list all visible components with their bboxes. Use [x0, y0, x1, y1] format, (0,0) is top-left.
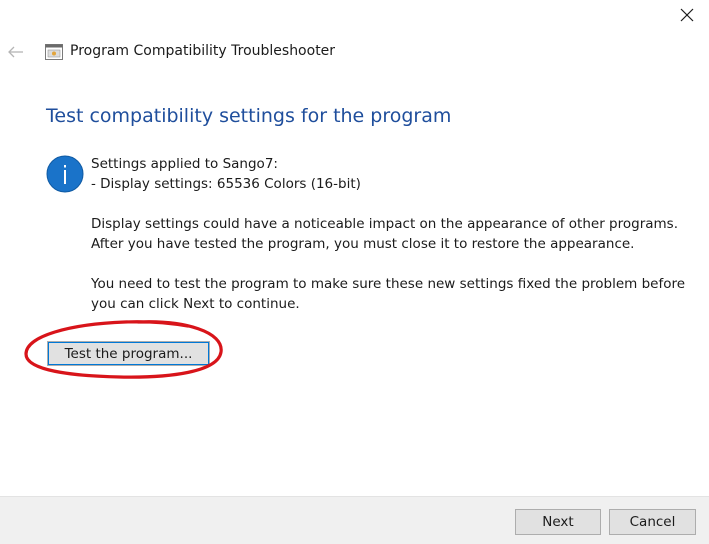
cancel-button[interactable]: Cancel	[609, 509, 696, 535]
page-heading: Test compatibility settings for the prog…	[46, 105, 452, 127]
test-instruction-line1: You need to test the program to make sur…	[91, 276, 686, 292]
app-title: Program Compatibility Troubleshooter	[70, 43, 336, 59]
impact-text-line1: Display settings could have a noticeable…	[91, 216, 678, 232]
troubleshooter-window: Program Compatibility Troubleshooter Tes…	[0, 0, 709, 544]
next-button[interactable]: Next	[515, 509, 601, 535]
close-icon	[680, 8, 694, 22]
back-arrow-icon	[8, 46, 23, 58]
impact-text-line2: After you have tested the program, you m…	[91, 236, 635, 252]
troubleshooter-app-icon	[45, 44, 63, 60]
display-settings-text: - Display settings: 65536 Colors (16-bit…	[91, 176, 361, 192]
close-button[interactable]	[675, 4, 699, 26]
info-icon	[46, 155, 84, 193]
test-instruction-line2: you can click Next to continue.	[91, 296, 300, 312]
footer-bar: Next Cancel	[0, 496, 709, 544]
settings-applied-text: Settings applied to Sango7:	[91, 156, 278, 172]
back-button[interactable]	[6, 42, 26, 62]
test-program-button[interactable]: Test the program...	[47, 341, 210, 366]
